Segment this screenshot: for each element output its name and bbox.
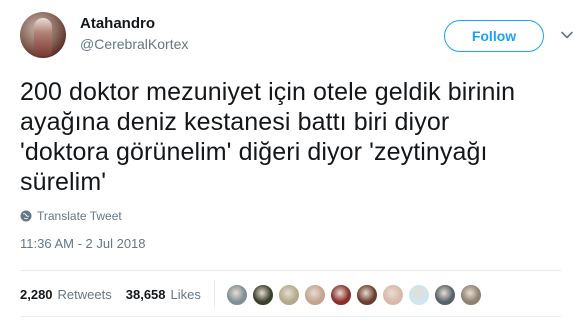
tweet-text-line: 'doktora görünelim' diğeri diyor 'zeytin… — [20, 138, 488, 166]
liker-avatar[interactable] — [329, 283, 353, 307]
chevron-down-icon[interactable] — [560, 28, 574, 42]
avatar[interactable] — [20, 12, 66, 58]
liker-avatar[interactable] — [303, 283, 327, 307]
tweet-card: Atahandro @CerebralKortex Follow 200 dok… — [0, 0, 581, 325]
user-name[interactable]: Atahandro — [80, 15, 155, 32]
liker-avatar[interactable] — [225, 283, 249, 307]
tweet-stats: 2,280 Retweets 38,658 Likes — [20, 287, 201, 302]
stats-separator — [214, 280, 215, 308]
translate-label: Translate Tweet — [37, 209, 122, 223]
retweets-stat[interactable]: 2,280 Retweets — [20, 287, 112, 302]
tweet-timestamp[interactable]: 11:36 AM - 2 Jul 2018 — [20, 236, 146, 251]
likes-stat[interactable]: 38,658 Likes — [126, 287, 201, 302]
liker-avatar[interactable] — [355, 283, 379, 307]
liker-avatar[interactable] — [251, 283, 275, 307]
liker-avatar[interactable] — [407, 283, 431, 307]
tweet-text-line: sürelim' — [20, 168, 107, 196]
liker-avatars — [225, 283, 485, 307]
retweets-label: Retweets — [57, 287, 112, 302]
liker-avatar[interactable] — [459, 283, 483, 307]
divider — [20, 316, 561, 317]
liker-avatar[interactable] — [433, 283, 457, 307]
translate-tweet-link[interactable]: Translate Tweet — [20, 209, 122, 223]
retweets-count: 2,280 — [20, 287, 53, 302]
tweet-text-line: 200 doktor mezuniyet için otele geldik b… — [20, 78, 516, 106]
likes-count: 38,658 — [125, 287, 166, 302]
divider — [20, 270, 561, 271]
user-handle[interactable]: @CerebralKortex — [80, 36, 188, 52]
tweet-text-line: ayağına deniz kestanesi battı biri diyor — [20, 108, 450, 136]
avatar-figure — [34, 18, 52, 56]
liker-avatar[interactable] — [381, 283, 405, 307]
globe-icon — [20, 210, 32, 222]
likes-label: Likes — [170, 287, 201, 302]
liker-avatar[interactable] — [277, 283, 301, 307]
tweet-text: 200 doktor mezuniyet için otele geldik b… — [20, 77, 575, 197]
follow-button[interactable]: Follow — [444, 20, 544, 52]
